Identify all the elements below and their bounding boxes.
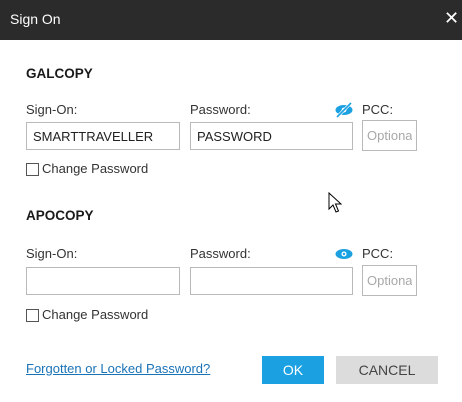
apocopy-password-label: Password: (190, 246, 251, 261)
title-bar: Sign On ✕ (0, 0, 462, 40)
window-title: Sign On (10, 11, 61, 27)
cancel-button[interactable]: CANCEL (336, 356, 438, 384)
galcopy-change-password-label[interactable]: Change Password (42, 161, 148, 176)
eye-icon[interactable] (334, 247, 354, 266)
eye-slash-icon[interactable] (334, 101, 354, 123)
apocopy-change-password-label[interactable]: Change Password (42, 307, 148, 322)
eye-icon-graphic (335, 249, 353, 259)
forgotten-password-link[interactable]: Forgotten or Locked Password? (26, 361, 210, 376)
galcopy-sign-on-input[interactable] (26, 122, 180, 150)
apocopy-password-input[interactable] (190, 267, 353, 295)
mouse-pointer-icon (328, 191, 343, 219)
apocopy-heading: APOCOPY (26, 208, 94, 223)
apocopy-pcc-input[interactable] (362, 265, 417, 296)
galcopy-pcc-input[interactable] (362, 120, 417, 151)
apocopy-sign-on-input[interactable] (26, 267, 180, 295)
eye-slash-icon-graphic (335, 101, 353, 119)
apocopy-pcc-label: PCC: (362, 246, 394, 261)
ok-button[interactable]: OK (262, 356, 324, 384)
galcopy-change-password-checkbox[interactable] (26, 163, 39, 176)
galcopy-sign-on-label: Sign-On: (26, 102, 78, 117)
galcopy-pcc-label: PCC: (362, 102, 394, 117)
apocopy-sign-on-label: Sign-On: (26, 246, 78, 261)
galcopy-password-input[interactable] (190, 122, 353, 150)
galcopy-heading: GALCOPY (26, 66, 93, 81)
mouse-pointer-icon-graphic (328, 191, 343, 213)
galcopy-password-label: Password: (190, 102, 251, 117)
close-icon[interactable]: ✕ (444, 9, 459, 27)
apocopy-change-password-checkbox[interactable] (26, 309, 39, 322)
